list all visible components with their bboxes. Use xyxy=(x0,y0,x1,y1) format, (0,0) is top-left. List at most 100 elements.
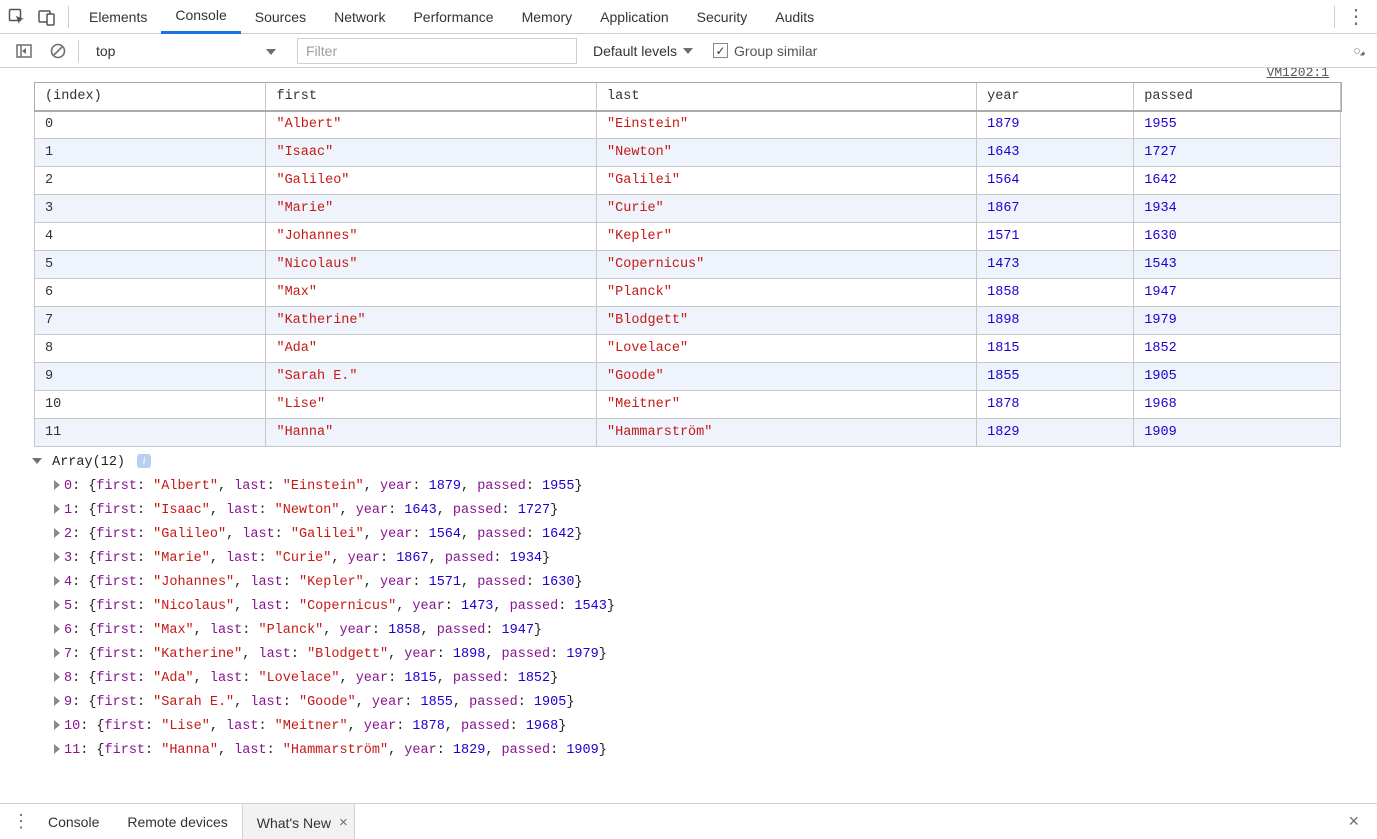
close-tab-icon[interactable]: × xyxy=(339,814,348,831)
filter-input[interactable] xyxy=(297,38,577,64)
tab-performance[interactable]: Performance xyxy=(399,0,507,34)
tab-sources[interactable]: Sources xyxy=(241,0,320,34)
array-item[interactable]: 8: {first: "Ada", last: "Lovelace", year… xyxy=(34,667,1377,691)
table-cell: 1473 xyxy=(977,251,1134,279)
table-row[interactable]: 7"Katherine""Blodgett"18981979 xyxy=(35,307,1341,335)
drawer-tabs: ⋮ ConsoleRemote devicesWhat's New× × xyxy=(0,803,1377,839)
table-cell: 1643 xyxy=(977,139,1134,167)
close-drawer-button[interactable]: × xyxy=(1338,811,1369,832)
table-row[interactable]: 0"Albert""Einstein"18791955 xyxy=(35,111,1341,139)
table-cell: 10 xyxy=(35,391,266,419)
levels-label: Default levels xyxy=(593,43,677,59)
console-output[interactable]: VM1202:1 (index)firstlastyearpassed 0"Al… xyxy=(0,68,1377,803)
array-item[interactable]: 11: {first: "Hanna", last: "Hammarström"… xyxy=(34,739,1377,763)
divider xyxy=(78,40,79,62)
table-cell: "Galilei" xyxy=(597,167,977,195)
table-cell: "Isaac" xyxy=(266,139,597,167)
table-cell: 1909 xyxy=(1134,419,1341,447)
context-label: top xyxy=(96,43,115,59)
array-item[interactable]: 3: {first: "Marie", last: "Curie", year:… xyxy=(34,547,1377,571)
table-row[interactable]: 11"Hanna""Hammarström"18291909 xyxy=(35,419,1341,447)
table-cell: 1543 xyxy=(1134,251,1341,279)
array-item[interactable]: 10: {first: "Lise", last: "Meitner", yea… xyxy=(34,715,1377,739)
tab-security[interactable]: Security xyxy=(683,0,762,34)
inspect-element-icon[interactable] xyxy=(2,0,32,34)
column-header[interactable]: passed xyxy=(1134,83,1341,111)
tab-application[interactable]: Application xyxy=(586,0,683,34)
toggle-sidebar-icon[interactable] xyxy=(10,37,38,65)
array-item[interactable]: 0: {first: "Albert", last: "Einstein", y… xyxy=(34,475,1377,499)
table-cell: 1979 xyxy=(1134,307,1341,335)
devtools-main-tabs: ElementsConsoleSourcesNetworkPerformance… xyxy=(0,0,1377,34)
message-source-link[interactable]: VM1202:1 xyxy=(0,68,1377,82)
device-toolbar-icon[interactable] xyxy=(32,0,62,34)
array-item[interactable]: 5: {first: "Nicolaus", last: "Copernicus… xyxy=(34,595,1377,619)
column-header[interactable]: year xyxy=(977,83,1134,111)
column-header[interactable]: (index) xyxy=(35,83,266,111)
table-row[interactable]: 6"Max""Planck"18581947 xyxy=(35,279,1341,307)
table-cell: 1867 xyxy=(977,195,1134,223)
table-cell: "Hammarström" xyxy=(597,419,977,447)
disclosure-triangle-icon xyxy=(54,504,60,514)
array-item[interactable]: 7: {first: "Katherine", last: "Blodgett"… xyxy=(34,643,1377,667)
drawer-tab-console[interactable]: Console xyxy=(34,804,113,839)
table-cell: 1947 xyxy=(1134,279,1341,307)
table-cell: "Sarah E." xyxy=(266,363,597,391)
clear-console-icon[interactable] xyxy=(44,37,72,65)
table-cell: 1934 xyxy=(1134,195,1341,223)
log-levels-select[interactable]: Default levels xyxy=(577,38,703,64)
table-row[interactable]: 10"Lise""Meitner"18781968 xyxy=(35,391,1341,419)
table-cell: "Goode" xyxy=(597,363,977,391)
column-header[interactable]: last xyxy=(597,83,977,111)
table-cell: "Curie" xyxy=(597,195,977,223)
table-cell: 1855 xyxy=(977,363,1134,391)
info-icon[interactable]: i xyxy=(137,454,151,468)
divider xyxy=(68,6,69,28)
drawer-tab-what-s-new[interactable]: What's New× xyxy=(242,804,355,839)
table-cell: "Newton" xyxy=(597,139,977,167)
table-cell: 1879 xyxy=(977,111,1134,139)
table-cell: 8 xyxy=(35,335,266,363)
table-cell: 4 xyxy=(35,223,266,251)
table-cell: "Marie" xyxy=(266,195,597,223)
tab-network[interactable]: Network xyxy=(320,0,399,34)
drawer-tab-remote-devices[interactable]: Remote devices xyxy=(113,804,241,839)
array-item[interactable]: 1: {first: "Isaac", last: "Newton", year… xyxy=(34,499,1377,523)
tab-console[interactable]: Console xyxy=(161,0,240,34)
table-cell: "Planck" xyxy=(597,279,977,307)
table-cell: 11 xyxy=(35,419,266,447)
execution-context-select[interactable]: top xyxy=(85,38,285,64)
table-row[interactable]: 5"Nicolaus""Copernicus"14731543 xyxy=(35,251,1341,279)
table-cell: "Blodgett" xyxy=(597,307,977,335)
tab-memory[interactable]: Memory xyxy=(508,0,587,34)
drawer-menu-icon[interactable]: ⋮ xyxy=(8,811,34,832)
array-header[interactable]: Array(12) i xyxy=(34,451,1377,475)
array-item[interactable]: 4: {first: "Johannes", last: "Kepler", y… xyxy=(34,571,1377,595)
disclosure-triangle-icon xyxy=(54,600,60,610)
console-settings-icon[interactable] xyxy=(1343,37,1371,65)
tab-audits[interactable]: Audits xyxy=(761,0,828,34)
table-cell: 1968 xyxy=(1134,391,1341,419)
more-menu-icon[interactable]: ⋮ xyxy=(1341,0,1371,34)
table-row[interactable]: 9"Sarah E.""Goode"18551905 xyxy=(35,363,1341,391)
disclosure-triangle-icon xyxy=(54,696,60,706)
array-item[interactable]: 2: {first: "Galileo", last: "Galilei", y… xyxy=(34,523,1377,547)
table-row[interactable]: 4"Johannes""Kepler"15711630 xyxy=(35,223,1341,251)
disclosure-triangle-icon xyxy=(54,552,60,562)
table-row[interactable]: 8"Ada""Lovelace"18151852 xyxy=(35,335,1341,363)
column-header[interactable]: first xyxy=(266,83,597,111)
table-cell: 0 xyxy=(35,111,266,139)
group-similar-toggle[interactable]: ✓ Group similar xyxy=(703,43,817,59)
table-cell: 1564 xyxy=(977,167,1134,195)
tab-elements[interactable]: Elements xyxy=(75,0,161,34)
table-cell: 1898 xyxy=(977,307,1134,335)
table-row[interactable]: 3"Marie""Curie"18671934 xyxy=(35,195,1341,223)
array-expansion: Array(12) i 0: {first: "Albert", last: "… xyxy=(0,447,1377,767)
array-item[interactable]: 9: {first: "Sarah E.", last: "Goode", ye… xyxy=(34,691,1377,715)
table-row[interactable]: 2"Galileo""Galilei"15641642 xyxy=(35,167,1341,195)
table-cell: "Nicolaus" xyxy=(266,251,597,279)
array-item[interactable]: 6: {first: "Max", last: "Planck", year: … xyxy=(34,619,1377,643)
table-cell: 7 xyxy=(35,307,266,335)
table-row[interactable]: 1"Isaac""Newton"16431727 xyxy=(35,139,1341,167)
disclosure-triangle-icon xyxy=(54,744,60,754)
